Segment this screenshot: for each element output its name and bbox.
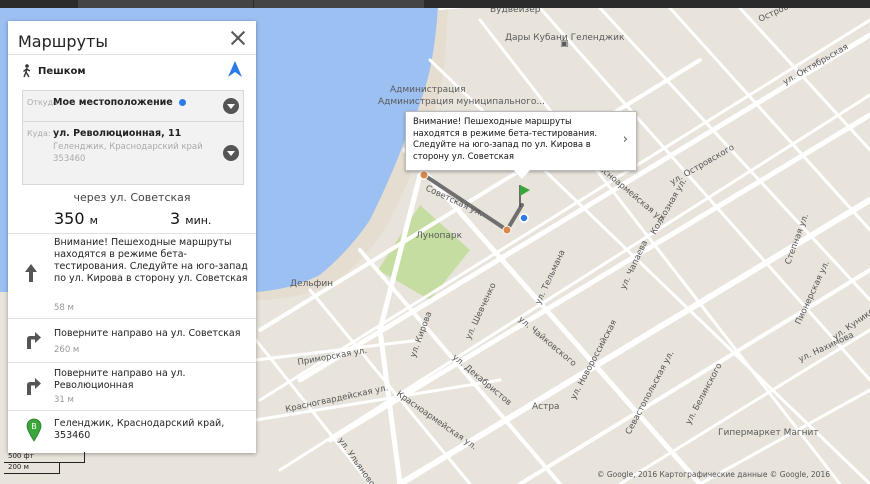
- location-dot-icon: [179, 99, 186, 106]
- travel-mode-walking[interactable]: Пешком: [22, 61, 86, 81]
- travel-mode-label: Пешком: [38, 65, 86, 77]
- poi-label: Гипермаркет Магнит: [718, 428, 819, 438]
- poi-label: Астра: [532, 402, 560, 412]
- poi-label: Администрация: [390, 85, 466, 95]
- directions-panel: Маршруты Пешком Откуда Мое местоположени…: [8, 21, 256, 453]
- poi-label: Администрация муниципального...: [378, 97, 545, 107]
- direction-step[interactable]: Внимание! Пешеходные маршруты находятся …: [8, 233, 256, 318]
- step-text: Поверните направо на ул. Революционная: [54, 368, 186, 391]
- route-distance: 350 м: [54, 209, 98, 228]
- to-field[interactable]: Куда: ул. Революционная, 11 Геленджик, К…: [22, 121, 244, 185]
- step-text: Внимание! Пешеходные маршруты находятся …: [54, 237, 248, 284]
- route-waypoint: [419, 170, 429, 180]
- my-location-icon: [519, 213, 529, 223]
- to-field-address: Геленджик, Краснодарский край 353460: [53, 142, 203, 164]
- to-field-value: ул. Революционная, 11: [53, 128, 182, 139]
- map-scale: 500 фт 200 м: [4, 452, 89, 482]
- to-dropdown-icon[interactable]: [223, 145, 239, 161]
- direction-step[interactable]: Поверните направо на ул. Советская 260 м: [8, 318, 256, 362]
- poi-label: Лунопарк: [416, 231, 463, 241]
- top-bar: [0, 0, 870, 8]
- destination-address: Геленджик, Краснодарский край, 353460: [54, 418, 225, 441]
- route-duration: 3 мин.: [170, 209, 211, 228]
- tooltip-text: Внимание! Пешеходные маршруты находятся …: [413, 117, 598, 162]
- destination-step[interactable]: B Геленджик, Краснодарский край, 353460: [8, 410, 256, 453]
- to-field-label: Куда:: [27, 129, 51, 138]
- scale-ft-label: 500 фт: [8, 452, 34, 460]
- chevron-right-icon[interactable]: ›: [623, 132, 628, 147]
- step-distance: 58 м: [54, 303, 74, 313]
- time-unit: мин.: [185, 214, 212, 227]
- from-field[interactable]: Откуда Мое местоположение: [22, 90, 244, 122]
- route-via: через ул. Советская: [73, 191, 191, 204]
- from-dropdown-icon[interactable]: [223, 98, 239, 114]
- poi-label: Дельфин: [290, 279, 333, 289]
- direction-step[interactable]: Поверните направо на ул. Революционная 3…: [8, 362, 256, 410]
- map-copyright: © Google, 2016 Картографические данные ©…: [596, 470, 830, 479]
- distance-unit: м: [89, 214, 98, 227]
- route-info-tooltip[interactable]: Внимание! Пешеходные маршруты находятся …: [405, 111, 637, 179]
- close-icon[interactable]: [230, 30, 246, 46]
- straight-arrow-icon: [25, 264, 37, 282]
- step-distance: 31 м: [54, 395, 74, 405]
- navigation-arrow-icon[interactable]: [226, 60, 244, 78]
- top-bar-segment: [78, 0, 253, 8]
- step-distance: 260 м: [54, 345, 80, 355]
- destination-marker-icon: B: [26, 418, 42, 442]
- route-waypoint: [502, 225, 512, 235]
- walking-icon: [23, 64, 31, 78]
- svg-text:B: B: [31, 422, 37, 431]
- distance-value: 350: [54, 209, 85, 228]
- turn-right-icon: [27, 332, 41, 349]
- shop-icon: ▣: [560, 39, 569, 49]
- panel-title: Маршруты: [18, 32, 108, 51]
- top-bar-segment: [254, 0, 424, 8]
- step-text: Поверните направо на ул. Советская: [54, 328, 241, 339]
- time-value: 3: [170, 209, 181, 228]
- turn-right-icon: [27, 378, 41, 395]
- from-field-value: Мое местоположение: [53, 97, 173, 108]
- divider: [8, 54, 256, 55]
- scale-m-label: 200 м: [8, 463, 29, 471]
